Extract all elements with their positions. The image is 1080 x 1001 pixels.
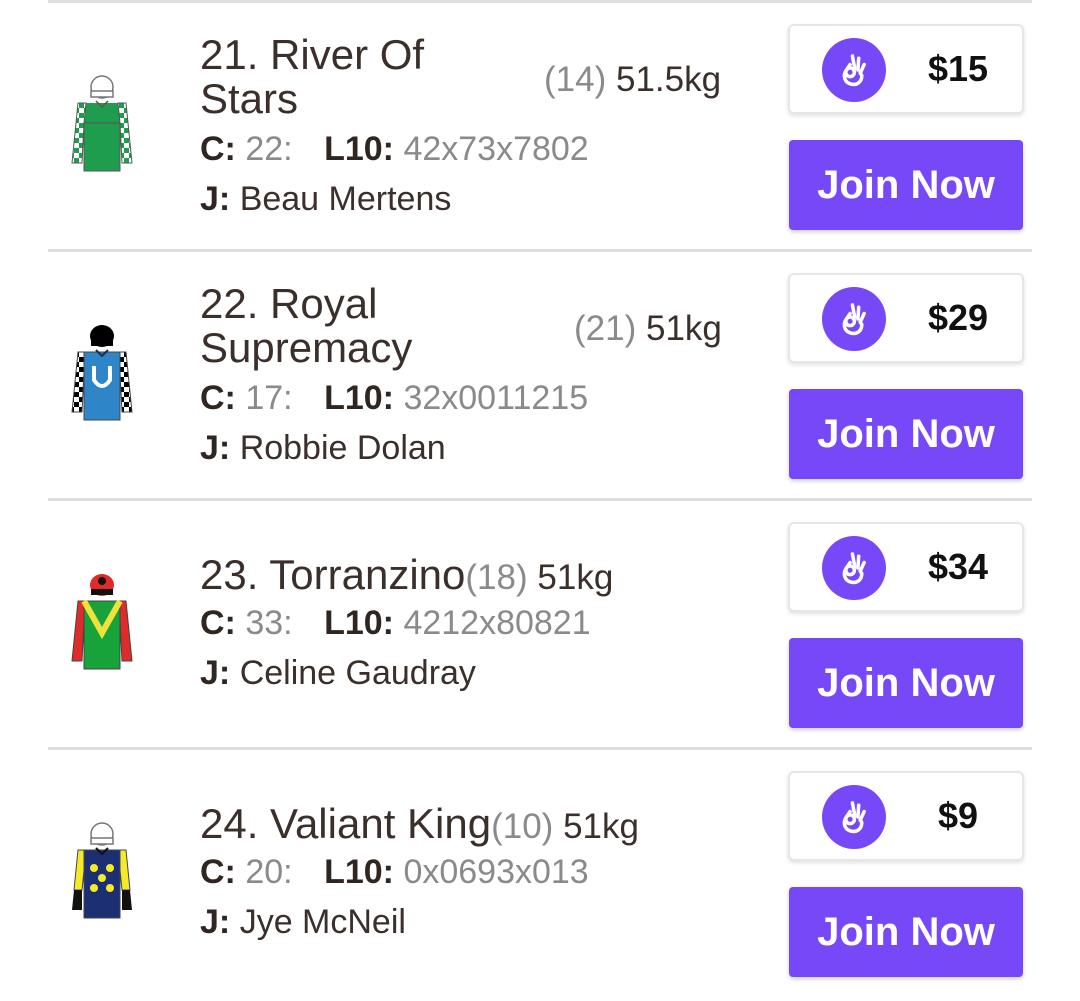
ok-hand-icon [822, 536, 886, 600]
runner-row: 22. Royal Supremacy (21) 51kg C: 17: L10… [48, 249, 1032, 498]
runner-name: 24. Valiant King(10) 51kg [200, 802, 639, 849]
ok-hand-icon [822, 287, 886, 351]
last10-value: 4212x80821 [403, 604, 591, 642]
comment-label: C: [200, 853, 236, 891]
barrier-weight: (10) 51kg [491, 807, 639, 846]
last10-label: L10: [324, 604, 394, 642]
barrier: (14) [544, 60, 607, 99]
odds-button[interactable]: $29 [788, 273, 1024, 363]
runner-name: 22. Royal Supremacy [200, 280, 413, 371]
jockey-line: J: Robbie Dolan [200, 428, 446, 468]
runner-list: 21. River Of Stars (14) 51.5kg C: 22: L1… [48, 0, 1032, 996]
weight: 51kg [563, 807, 639, 846]
barrier-weight: (21) 51kg [574, 309, 722, 349]
runner-name-text: 24. Valiant King [200, 800, 492, 847]
barrier: (10) [491, 807, 554, 846]
comment-label: C: [200, 130, 236, 168]
runner-name: 21. River Of Stars [200, 31, 425, 122]
last10-label: L10: [324, 853, 394, 891]
odds-value: $15 [927, 48, 989, 89]
odds-button[interactable]: $15 [788, 24, 1024, 114]
comment-label: C: [200, 604, 236, 642]
runner-stats: C: 22: L10: 42x73x7802 [200, 129, 589, 169]
jockey-name: Celine Gaudray [239, 654, 476, 692]
last10-label: L10: [324, 379, 394, 417]
comment-label: C: [200, 379, 236, 417]
runner-stats: C: 20: L10: 0x0693x013 [200, 852, 589, 892]
runner-row: 24. Valiant King(10) 51kg C: 20: L10: 0x… [48, 747, 1032, 996]
odds-button[interactable]: $9 [788, 771, 1024, 861]
ok-hand-icon [822, 38, 886, 102]
odds-value: $34 [927, 546, 989, 587]
comment-value: 17: [245, 379, 293, 417]
join-now-button[interactable]: Join Now [789, 887, 1023, 977]
last10-value: 0x0693x013 [403, 853, 589, 891]
weight: 51kg [645, 309, 722, 348]
jockey-silks-icon [71, 574, 133, 670]
barrier: (21) [574, 309, 637, 348]
comment-value: 22: [245, 130, 293, 168]
jockey-line: J: Beau Mertens [200, 179, 451, 219]
runner-row: 21. River Of Stars (14) 51.5kg C: 22: L1… [48, 0, 1032, 249]
barrier-weight: (14) 51.5kg [544, 60, 721, 100]
jockey-label: J: [200, 654, 231, 692]
jockey-line: J: Celine Gaudray [200, 653, 476, 693]
last10-value: 42x73x7802 [403, 130, 589, 168]
barrier: (18) [465, 558, 528, 597]
jockey-label: J: [200, 429, 231, 467]
join-now-button[interactable]: Join Now [789, 638, 1023, 728]
runner-name-text: 23. Torranzino [200, 551, 466, 598]
odds-value: $9 [937, 795, 979, 836]
jockey-name: Beau Mertens [239, 180, 452, 218]
ok-hand-icon [822, 785, 886, 849]
join-now-button[interactable]: Join Now [789, 389, 1023, 479]
last10-value: 32x0011215 [403, 379, 589, 417]
jockey-label: J: [200, 180, 231, 218]
barrier-weight: (18) 51kg [465, 558, 613, 597]
jockey-name: Jye McNeil [239, 903, 406, 941]
weight: 51.5kg [615, 60, 722, 99]
jockey-label: J: [200, 903, 231, 941]
runner-name: 23. Torranzino(18) 51kg [200, 553, 613, 600]
jockey-silks-icon [72, 822, 132, 919]
join-now-button[interactable]: Join Now [789, 140, 1023, 230]
odds-button[interactable]: $34 [788, 522, 1024, 612]
runner-row: 23. Torranzino(18) 51kg C: 33: L10: 4212… [48, 498, 1032, 747]
jockey-silks-icon [71, 325, 133, 421]
comment-value: 20: [245, 853, 293, 891]
runner-stats: C: 17: L10: 32x0011215 [200, 378, 588, 418]
odds-value: $29 [927, 297, 989, 338]
jockey-line: J: Jye McNeil [200, 902, 406, 942]
runner-stats: C: 33: L10: 4212x80821 [200, 603, 591, 643]
weight: 51kg [537, 558, 614, 597]
comment-value: 33: [245, 604, 293, 642]
jockey-name: Robbie Dolan [239, 429, 446, 467]
jockey-silks-icon [71, 75, 133, 172]
last10-label: L10: [324, 130, 394, 168]
